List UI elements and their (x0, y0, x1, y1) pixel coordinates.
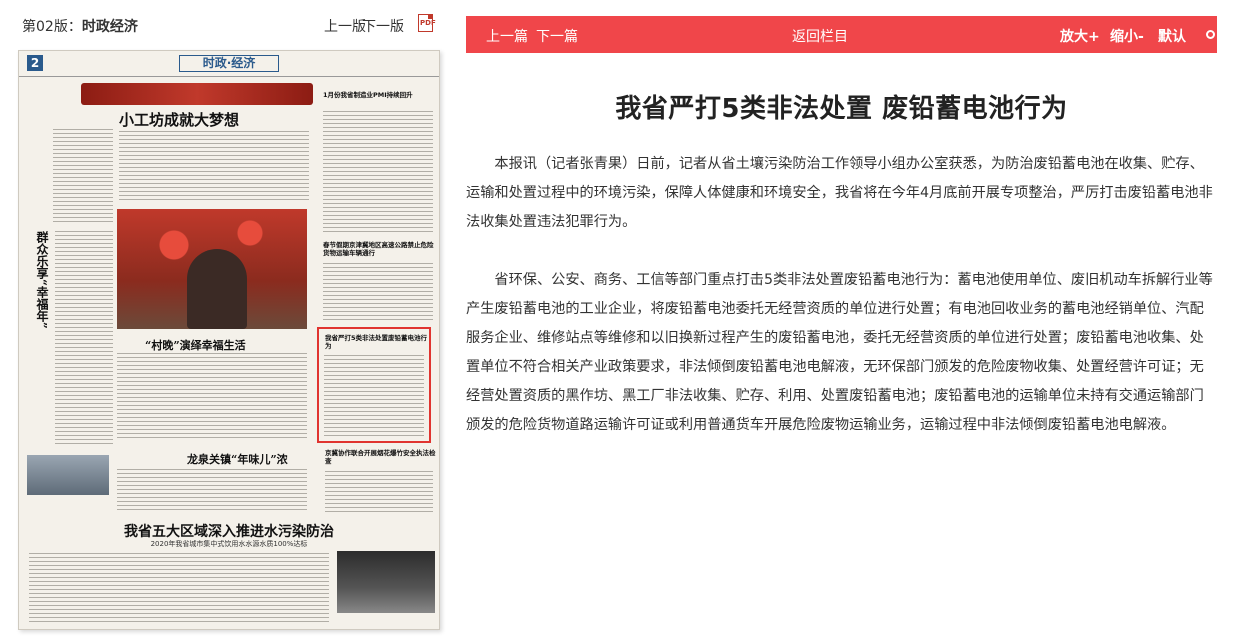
reset-circle-icon[interactable] (1206, 30, 1215, 39)
edition-panel: 第02版：时政经济 上一版 下一版 PDF 2 时政·经济 小工坊成就大梦想 群… (18, 10, 440, 630)
article-body: 本报讯（记者张青果）日前，记者从省土壤污染防治工作领导小组办公室获悉，为防治废铅… (466, 150, 1217, 469)
article-paragraph: 省环保、公安、商务、工信等部门重点打击5类非法处置废铅蓄电池行为：蓄电池使用单位… (466, 272, 1213, 433)
edition-number: 第02版： (22, 19, 82, 35)
newspaper-page-image[interactable]: 2 时政·经济 小工坊成就大梦想 群众乐享“幸福年” “村晚”演绎幸福生活 龙泉… (18, 50, 440, 630)
paper-header: 2 时政·经济 (19, 51, 439, 77)
text-block (119, 131, 309, 203)
text-block (323, 111, 433, 235)
edition-name: 时政经济 (81, 19, 138, 35)
pdf-icon[interactable]: PDF (418, 14, 436, 32)
festival-banner (81, 83, 313, 105)
paper-headline-d[interactable]: 我省五大区域深入推进水污染防治 (39, 521, 419, 541)
prev-article-link[interactable]: 上一篇 (486, 26, 528, 46)
festival-photo (117, 209, 307, 329)
text-block (325, 471, 433, 515)
text-block (53, 129, 113, 225)
inspection-photo (337, 551, 435, 613)
page-number: 2 (27, 55, 43, 71)
paper-section-title: 时政·经济 (179, 55, 279, 72)
article-paragraph: 本报讯（记者张青果）日前，记者从省土壤污染防治工作领导小组办公室获悉，为防治废铅… (466, 156, 1213, 230)
text-block (324, 355, 424, 437)
next-article-link[interactable]: 下一篇 (536, 26, 578, 46)
prev-edition-link[interactable]: 上一版 (324, 16, 366, 36)
article-title: 我省严打5类非法处置 废铅蓄电池行为 (615, 94, 1068, 124)
paper-headline-a[interactable]: 小工坊成就大梦想 (119, 109, 239, 130)
paper-headline-r3[interactable]: 京冀协作联合开展烟花爆竹安全执法检查 (325, 449, 437, 465)
text-block (117, 353, 307, 441)
edition-label: 第02版：时政经济 (22, 16, 138, 36)
street-photo (27, 455, 109, 495)
paper-headline-c[interactable]: 龙泉关镇“年味儿”浓 (187, 451, 288, 467)
highlight-headline: 我省严打5类非法处置废铅蓄电池行为 (325, 334, 428, 350)
paper-headline-d-sub: 2020年我省城市集中式饮用水水源水质100%达标 (150, 540, 308, 548)
text-block (323, 263, 433, 321)
article-nav-bar: 上一篇 下一篇 返回栏目 放大+ 缩小- 默认 (466, 16, 1217, 53)
selected-article-highlight[interactable]: 我省严打5类非法处置废铅蓄电池行为 (317, 327, 431, 443)
zoom-in-button[interactable]: 放大+ (1060, 26, 1100, 46)
default-size-button[interactable]: 默认 (1158, 26, 1186, 46)
edition-bar: 第02版：时政经济 上一版 下一版 PDF (18, 10, 440, 40)
back-to-column-link[interactable]: 返回栏目 (792, 26, 848, 46)
paper-headline-vertical[interactable]: 群众乐享“幸福年” (29, 231, 51, 329)
zoom-out-button[interactable]: 缩小- (1110, 26, 1144, 46)
paper-headline-r2[interactable]: 春节假期京津冀地区高速公路禁止危险货物运输车辆通行 (323, 241, 435, 257)
text-block (55, 231, 113, 445)
paper-headline-r1[interactable]: 1月份我省制造业PMI持续回升 (323, 91, 435, 99)
text-block (117, 469, 307, 513)
text-block (29, 553, 329, 625)
paper-headline-b[interactable]: “村晚”演绎幸福生活 (145, 337, 246, 353)
next-edition-link[interactable]: 下一版 (362, 16, 404, 36)
